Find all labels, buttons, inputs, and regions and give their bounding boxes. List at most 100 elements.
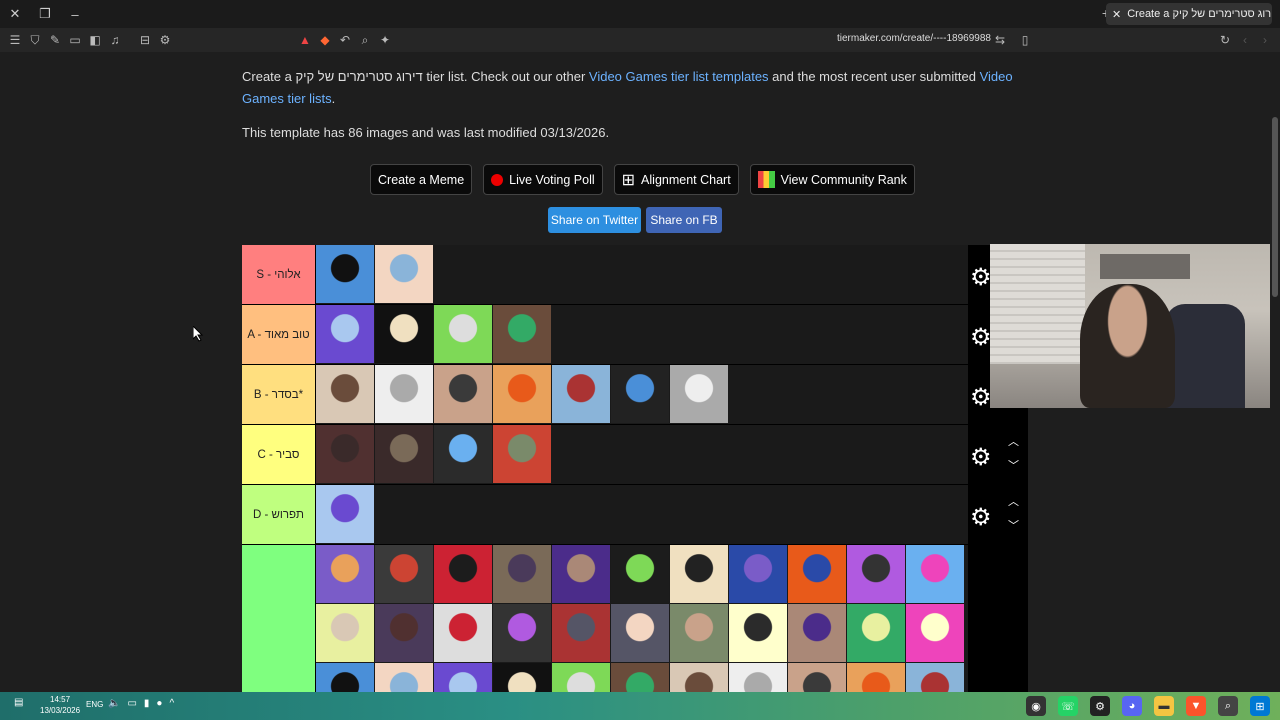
streamer-avatar-tile[interactable] bbox=[375, 365, 433, 423]
browser-tab[interactable]: ✕ Create a דירוג סטרימרים של קיק bbox=[1106, 3, 1272, 25]
language-indicator[interactable]: ENG bbox=[86, 700, 103, 709]
streamer-avatar-tile[interactable] bbox=[493, 545, 551, 603]
streamer-avatar-tile[interactable] bbox=[847, 604, 905, 662]
streamer-avatar-tile[interactable] bbox=[670, 663, 728, 692]
close-window-icon[interactable]: ✕ bbox=[0, 0, 30, 28]
scrollbar-thumb[interactable] bbox=[1272, 117, 1278, 297]
undo-icon[interactable]: ↶ bbox=[335, 30, 355, 50]
streamer-avatar-tile[interactable] bbox=[552, 663, 610, 692]
streamer-avatar-tile[interactable] bbox=[788, 663, 846, 692]
streamer-avatar-tile[interactable] bbox=[670, 604, 728, 662]
streamer-avatar-tile[interactable] bbox=[434, 305, 492, 363]
streamer-avatar-tile[interactable] bbox=[316, 485, 374, 543]
tab-close-icon[interactable]: ✕ bbox=[1112, 8, 1121, 21]
tabs-icon[interactable]: ▭ bbox=[65, 30, 85, 50]
whatsapp-icon[interactable]: ☏ bbox=[1058, 696, 1078, 716]
streamer-avatar-tile[interactable] bbox=[670, 365, 728, 423]
share-twitter-button[interactable]: Share on Twitter bbox=[548, 207, 641, 233]
tier-label[interactable] bbox=[242, 545, 316, 692]
chevron-down-icon[interactable]: ﹀ bbox=[1008, 517, 1019, 533]
streamer-avatar-tile[interactable] bbox=[434, 663, 492, 692]
tier-label[interactable]: S - אלוהי bbox=[242, 245, 316, 304]
streamer-avatar-tile[interactable] bbox=[611, 545, 669, 603]
gear-icon[interactable]: ⚙ bbox=[970, 443, 992, 472]
sidebar-icon[interactable]: ◧ bbox=[85, 30, 105, 50]
shield-icon[interactable]: ⛉ bbox=[25, 30, 45, 50]
streamer-avatar-tile[interactable] bbox=[375, 425, 433, 483]
search-icon[interactable]: ⌕ bbox=[355, 30, 375, 50]
bookmark-icon[interactable]: ▯ bbox=[1015, 30, 1035, 50]
share-icon[interactable]: ⇆ bbox=[990, 30, 1010, 50]
streamer-avatar-tile[interactable] bbox=[847, 663, 905, 692]
streamer-avatar-tile[interactable] bbox=[434, 604, 492, 662]
streamer-avatar-tile[interactable] bbox=[729, 545, 787, 603]
menu-icon[interactable]: ☰ bbox=[5, 30, 25, 50]
discord-icon[interactable]: ◕ bbox=[1122, 696, 1142, 716]
network-icon[interactable]: ▭ bbox=[127, 698, 136, 709]
brave-icon[interactable]: ▼ bbox=[1186, 696, 1206, 716]
forward-icon[interactable]: › bbox=[1255, 30, 1275, 50]
share-fb-button[interactable]: Share on FB bbox=[646, 207, 722, 233]
battery-icon[interactable]: ▮ bbox=[144, 698, 150, 709]
streamer-avatar-tile[interactable] bbox=[906, 604, 964, 662]
streamer-avatar-tile[interactable] bbox=[434, 545, 492, 603]
chevron-up-icon[interactable]: ︿ bbox=[1008, 433, 1019, 449]
streamer-avatar-tile[interactable] bbox=[788, 545, 846, 603]
streamer-avatar-tile[interactable] bbox=[493, 663, 551, 692]
streamer-avatar-tile[interactable] bbox=[552, 365, 610, 423]
live-voting-button[interactable]: Live Voting Poll bbox=[483, 164, 603, 195]
streamer-avatar-tile[interactable] bbox=[493, 604, 551, 662]
extensions-icon[interactable]: ⚙ bbox=[155, 30, 175, 50]
gear-icon[interactable]: ⚙ bbox=[970, 263, 992, 292]
tier-label[interactable]: A - טוב מאוד bbox=[242, 305, 316, 364]
mic-icon[interactable]: ● bbox=[156, 698, 162, 709]
streamer-avatar-tile[interactable] bbox=[316, 365, 374, 423]
pin-icon[interactable]: ✎ bbox=[45, 30, 65, 50]
tier-label[interactable]: D - תפרוש bbox=[242, 485, 316, 544]
streamer-avatar-tile[interactable] bbox=[906, 663, 964, 692]
streamer-avatar-tile[interactable] bbox=[906, 545, 964, 603]
streamer-avatar-tile[interactable] bbox=[375, 604, 433, 662]
clock[interactable]: 14:57 13/03/2026 bbox=[40, 694, 80, 716]
tier-label[interactable]: B - בסדר* bbox=[242, 365, 316, 424]
restore-window-icon[interactable]: ❐ bbox=[30, 0, 60, 28]
streamer-avatar-tile[interactable] bbox=[316, 604, 374, 662]
streamer-avatar-tile[interactable] bbox=[434, 365, 492, 423]
streamer-avatar-tile[interactable] bbox=[493, 425, 551, 483]
streamer-avatar-tile[interactable] bbox=[316, 663, 374, 692]
streamer-avatar-tile[interactable] bbox=[316, 245, 374, 303]
gear-icon[interactable]: ⚙ bbox=[970, 383, 992, 412]
streamer-avatar-tile[interactable] bbox=[552, 545, 610, 603]
chevron-up-icon[interactable]: ︿ bbox=[1008, 493, 1019, 509]
streamer-avatar-tile[interactable] bbox=[670, 545, 728, 603]
chevron-down-icon[interactable]: ﹀ bbox=[1008, 457, 1019, 473]
brave-rewards-icon[interactable]: ▲ bbox=[295, 30, 315, 50]
steam-icon[interactable]: ⚙ bbox=[1090, 696, 1110, 716]
streamer-avatar-tile[interactable] bbox=[788, 604, 846, 662]
reload-icon[interactable]: ↻ bbox=[1215, 30, 1235, 50]
streamer-avatar-tile[interactable] bbox=[611, 663, 669, 692]
reader-icon[interactable]: ✦ bbox=[375, 30, 395, 50]
tier-label[interactable]: C - סביר bbox=[242, 425, 316, 484]
streamer-avatar-tile[interactable] bbox=[375, 305, 433, 363]
music-icon[interactable]: ♫ bbox=[105, 30, 125, 50]
streamer-avatar-tile[interactable] bbox=[611, 604, 669, 662]
create-meme-button[interactable]: Create a Meme bbox=[370, 164, 473, 195]
gear-icon[interactable]: ⚙ bbox=[970, 323, 992, 352]
explorer-icon[interactable]: ▬ bbox=[1154, 696, 1174, 716]
alignment-chart-button[interactable]: ⊞ Alignment Chart bbox=[613, 164, 739, 195]
streamer-avatar-tile[interactable] bbox=[552, 604, 610, 662]
streamer-avatar-tile[interactable] bbox=[375, 545, 433, 603]
streamer-avatar-tile[interactable] bbox=[847, 545, 905, 603]
screenshot-icon[interactable]: ⊟ bbox=[135, 30, 155, 50]
community-rank-button[interactable]: View Community Rank bbox=[749, 164, 915, 195]
address-bar[interactable]: tiermaker.com/create/----18969988 bbox=[837, 33, 991, 44]
volume-icon[interactable]: 🔈 bbox=[108, 698, 120, 709]
streamer-avatar-tile[interactable] bbox=[316, 545, 374, 603]
back-icon[interactable]: ‹ bbox=[1235, 30, 1255, 50]
streamer-avatar-tile[interactable] bbox=[375, 663, 433, 692]
streamer-avatar-tile[interactable] bbox=[375, 245, 433, 303]
search-taskbar-icon[interactable]: ⌕ bbox=[1218, 696, 1238, 716]
streamer-avatar-tile[interactable] bbox=[316, 305, 374, 363]
streamer-avatar-tile[interactable] bbox=[316, 425, 374, 483]
